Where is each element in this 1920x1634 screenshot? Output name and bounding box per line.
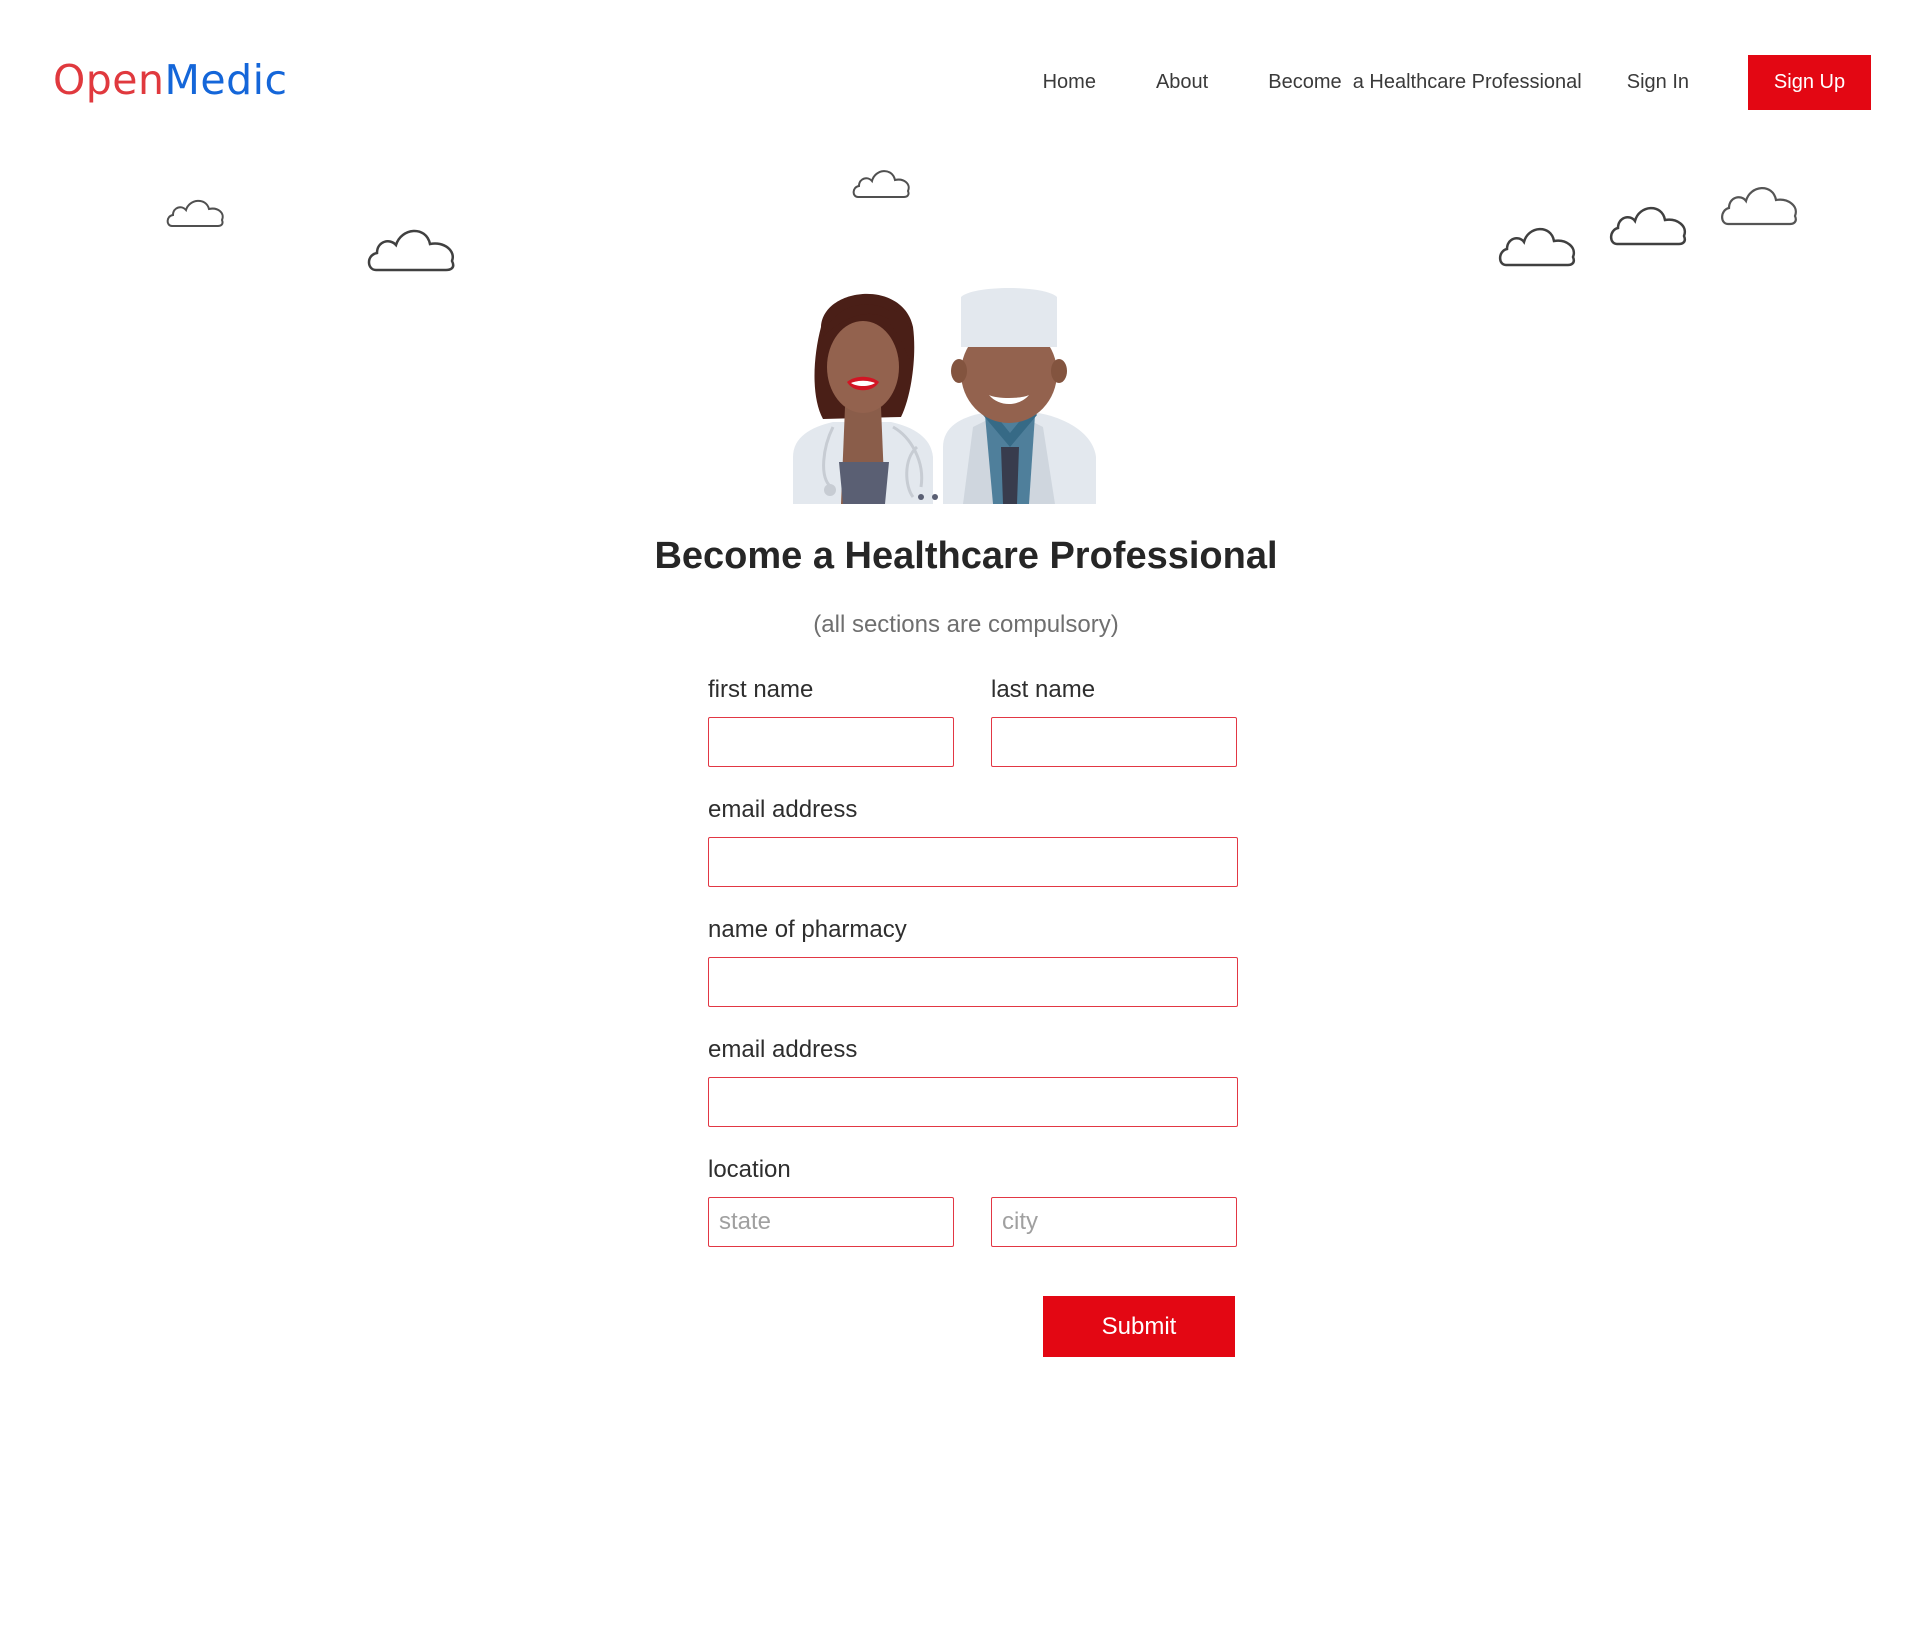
nav-become-professional-link[interactable]: Become a Healthcare Professional xyxy=(1268,71,1582,94)
nav-about-link[interactable]: About xyxy=(1156,71,1208,94)
first-name-input[interactable] xyxy=(708,717,954,767)
cloud-icon xyxy=(367,229,455,272)
page-subtitle: (all sections are compulsory) xyxy=(813,611,1119,638)
email-address-label-2: email address xyxy=(708,1036,858,1063)
email-address-input-2[interactable] xyxy=(708,1077,1238,1127)
last-name-input[interactable] xyxy=(991,717,1237,767)
cloud-icon xyxy=(166,199,224,227)
city-input[interactable] xyxy=(991,1197,1237,1247)
pharmacy-name-label: name of pharmacy xyxy=(708,916,907,943)
last-name-label: last name xyxy=(991,676,1096,703)
logo-part-medic: Medic xyxy=(164,56,288,104)
sign-up-button[interactable]: Sign Up xyxy=(1748,55,1871,110)
openmedic-logo[interactable]: OpenMedic xyxy=(53,56,288,104)
pharmacy-name-input[interactable] xyxy=(708,957,1238,1007)
cloud-icon xyxy=(852,170,910,198)
page-title: Become a Healthcare Professional xyxy=(654,535,1278,577)
email-address-input[interactable] xyxy=(708,837,1238,887)
nav-home-link[interactable]: Home xyxy=(1043,71,1096,94)
cloud-icon xyxy=(1721,187,1797,226)
location-label: location xyxy=(708,1156,791,1183)
first-name-label: first name xyxy=(708,676,814,703)
site-header: OpenMedic Home About Become a Healthcare… xyxy=(0,0,1920,160)
doctors-illustration xyxy=(793,288,1096,504)
main-nav: Home About Become a Healthcare Professio… xyxy=(1043,55,1871,110)
cloud-icon xyxy=(1498,227,1576,267)
logo-part-open: Open xyxy=(53,56,165,104)
submit-button[interactable]: Submit xyxy=(1043,1296,1235,1357)
email-address-label: email address xyxy=(708,796,858,823)
cloud-icon xyxy=(1609,206,1687,246)
state-input[interactable] xyxy=(708,1197,954,1247)
nav-sign-in-link[interactable]: Sign In xyxy=(1627,71,1689,94)
